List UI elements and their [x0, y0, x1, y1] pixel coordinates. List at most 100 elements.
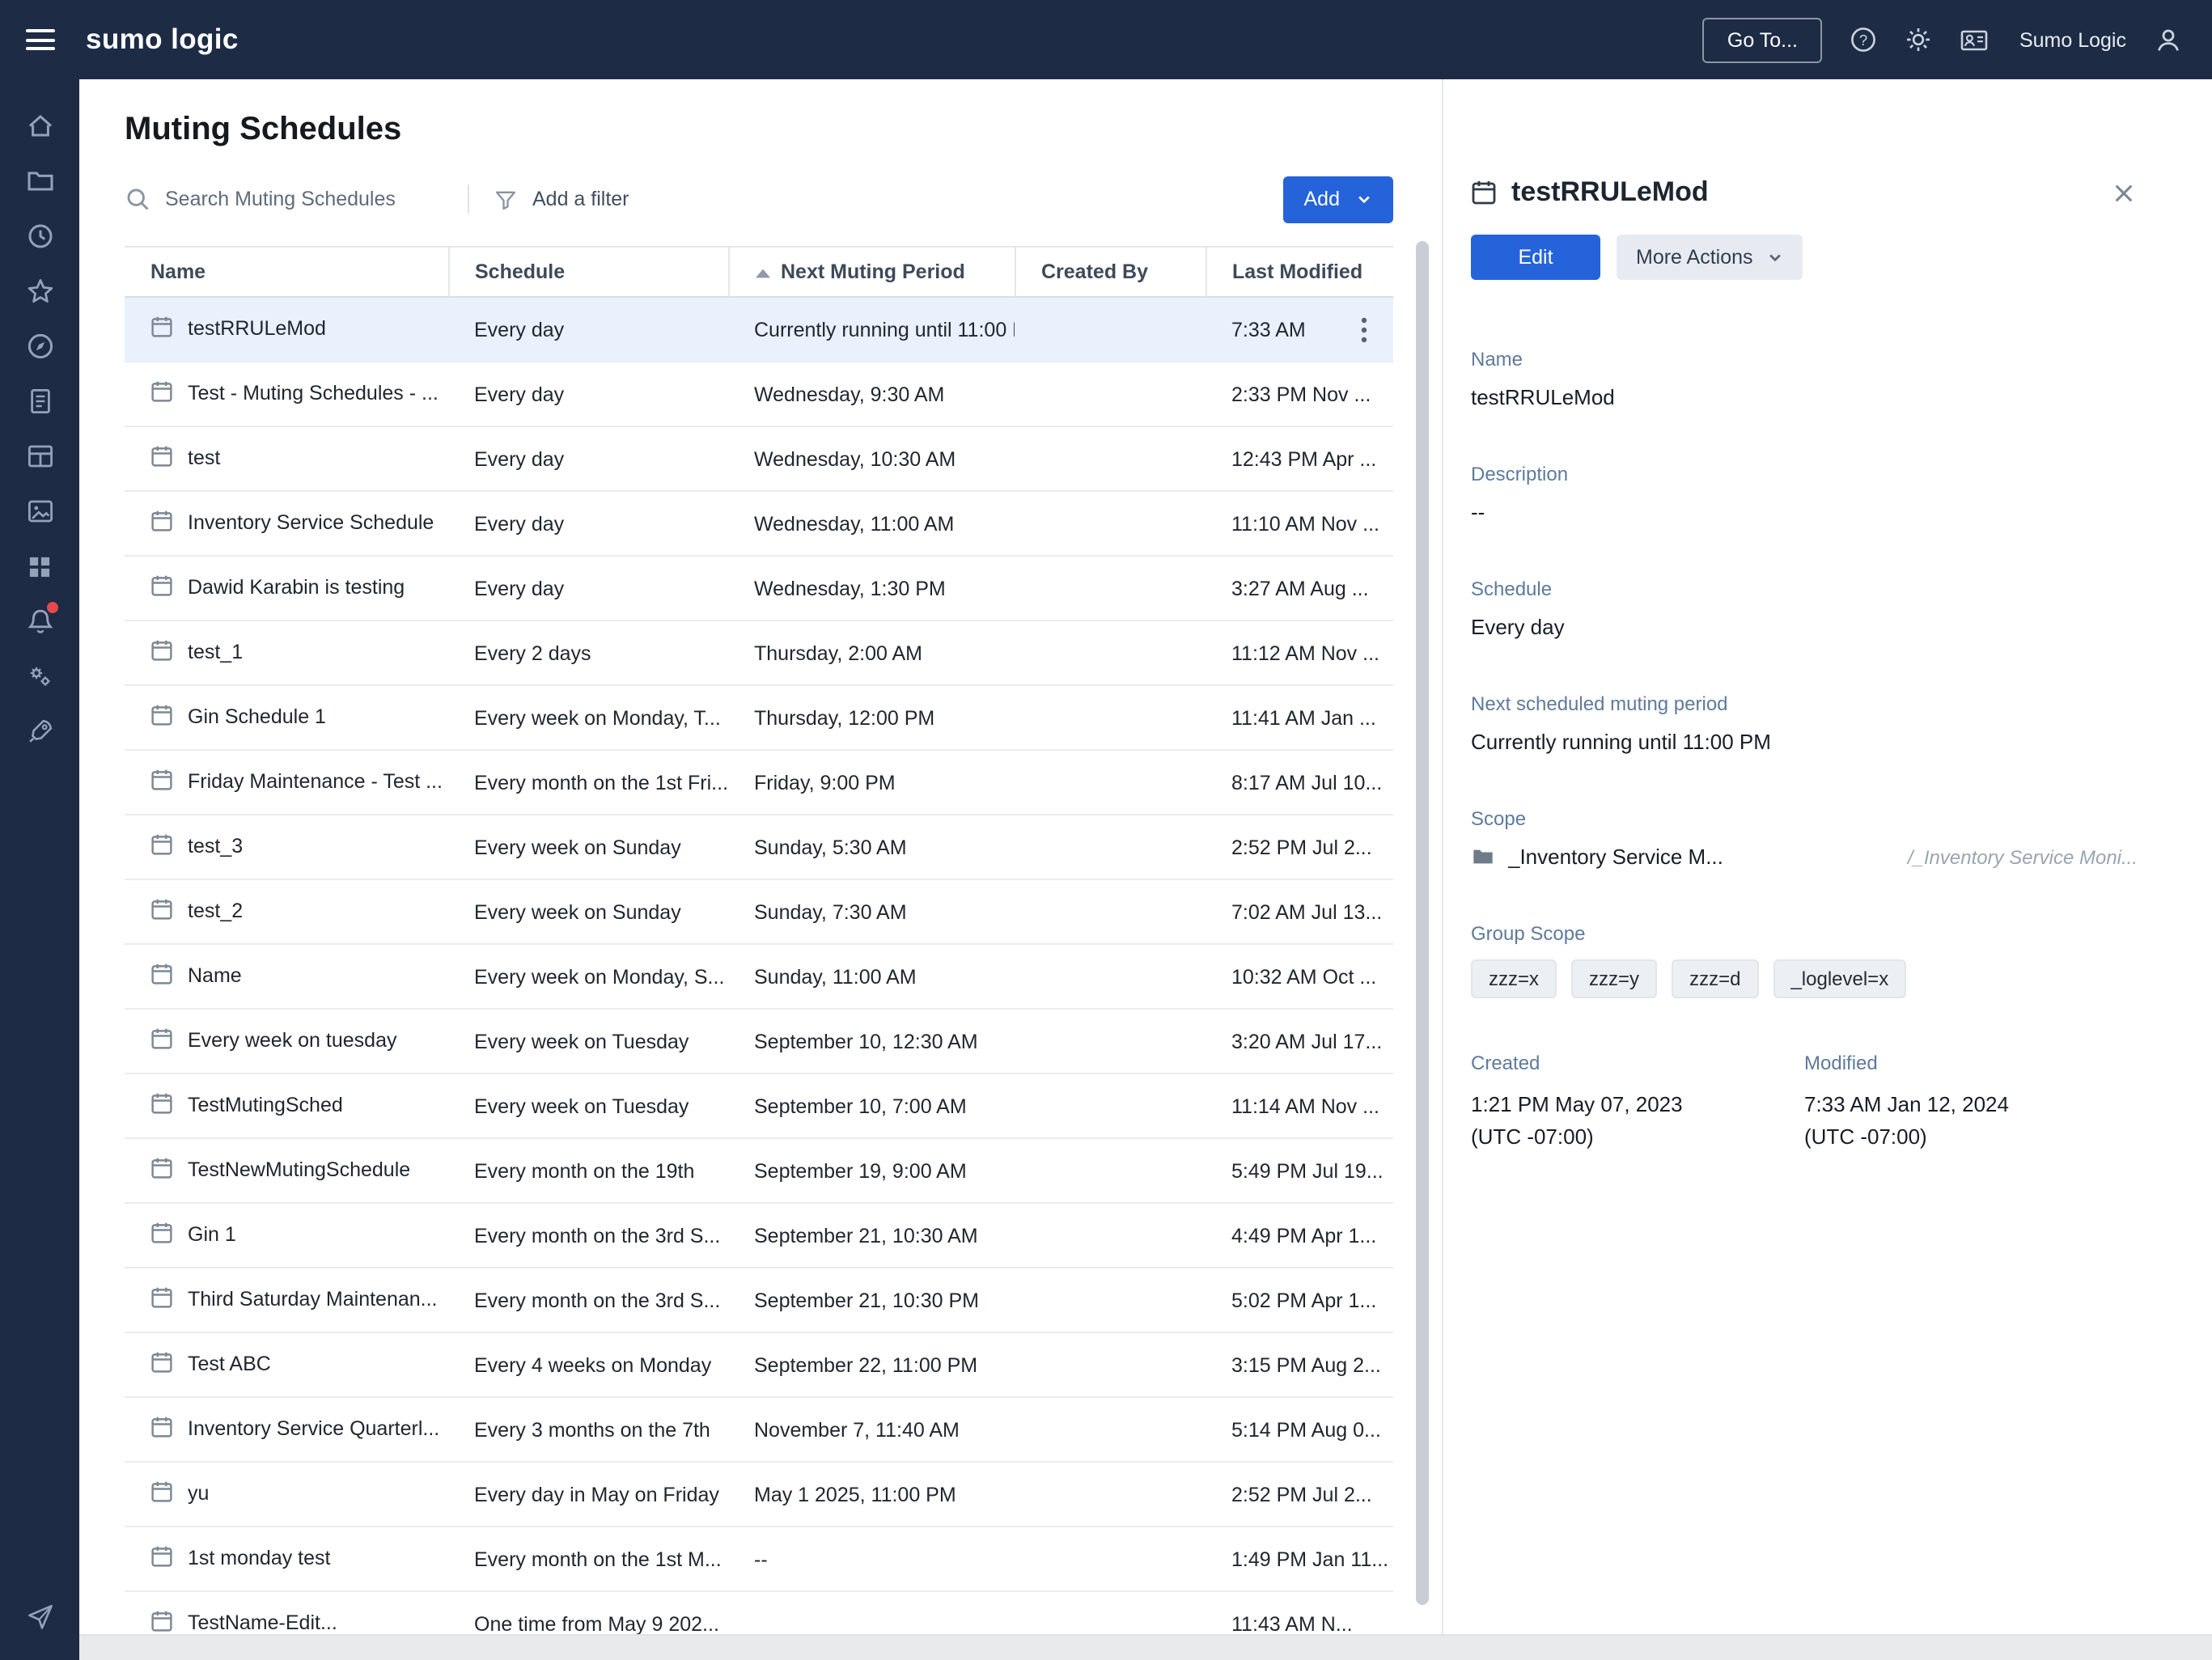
home-icon[interactable] — [0, 99, 79, 154]
table-row[interactable]: TestName-Edit... One time from May 9 202… — [125, 1591, 1393, 1634]
user-avatar-icon[interactable] — [2154, 25, 2183, 54]
table-row[interactable]: Friday Maintenance - Test ... Every mont… — [125, 750, 1393, 815]
schedule-recurrence: Every day — [474, 383, 564, 405]
column-header-last-modified[interactable]: Last Modified — [1206, 247, 1393, 297]
help-icon[interactable]: ? — [1850, 26, 1877, 53]
scope-path: /_Inventory Service Moni... — [1908, 845, 2138, 868]
search-input[interactable] — [165, 188, 437, 210]
column-label: Created By — [1041, 260, 1148, 283]
table-row[interactable]: test_2 Every week on Sunday Sunday, 7:30… — [125, 879, 1393, 944]
calendar-icon — [150, 315, 173, 343]
table-row[interactable]: test_3 Every week on Sunday Sunday, 5:30… — [125, 815, 1393, 879]
field-label: Group Scope — [1471, 922, 2138, 945]
media-icon[interactable] — [0, 484, 79, 539]
column-header-schedule[interactable]: Schedule — [448, 247, 728, 297]
scope-value: _Inventory Service M... — [1508, 845, 1723, 869]
last-modified: 11:43 AM N... — [1231, 1612, 1353, 1634]
table-row[interactable]: Test - Muting Schedules - ... Every day … — [125, 362, 1393, 426]
schedule-name: test_3 — [188, 835, 243, 858]
more-actions-button[interactable]: More Actions — [1617, 235, 1803, 280]
next-muting-period: Sunday, 11:00 AM — [754, 965, 917, 988]
top-bar: sumo logic Go To... ? Sumo Logic — [0, 0, 2212, 79]
next-muting-period: Wednesday, 11:00 AM — [754, 512, 954, 535]
star-icon[interactable] — [0, 264, 79, 319]
schedule-recurrence: Every month on the 1st M... — [474, 1548, 722, 1570]
scope-folder-link[interactable]: _Inventory Service M... — [1471, 845, 1723, 869]
table-row[interactable]: Gin 1 Every month on the 3rd S... Septem… — [125, 1203, 1393, 1268]
next-muting-period: Thursday, 2:00 AM — [754, 642, 922, 664]
vertical-scrollbar-thumb[interactable] — [1416, 241, 1429, 1605]
add-filter-button[interactable]: Add a filter — [494, 187, 629, 211]
go-to-button[interactable]: Go To... — [1703, 17, 1822, 62]
detail-field-next-period: Next scheduled muting period Currently r… — [1471, 692, 2138, 754]
table-row[interactable]: test_1 Every 2 days Thursday, 2:00 AM 11… — [125, 620, 1393, 685]
search-icon — [125, 186, 150, 212]
schedule-name: Test - Muting Schedules - ... — [188, 382, 439, 404]
table-row[interactable]: Third Saturday Maintenan... Every month … — [125, 1268, 1393, 1332]
add-button[interactable]: Add — [1283, 176, 1394, 222]
schedule-name: test_1 — [188, 641, 243, 663]
row-menu-button[interactable] — [1361, 317, 1367, 348]
send-icon[interactable] — [0, 1589, 79, 1644]
next-muting-period: Wednesday, 10:30 AM — [754, 447, 956, 470]
table-row[interactable]: Gin Schedule 1 Every week on Monday, T..… — [125, 685, 1393, 750]
search-box[interactable] — [125, 186, 468, 212]
schedule-recurrence: Every month on the 19th — [474, 1159, 694, 1182]
next-muting-period: May 1 2025, 11:00 PM — [754, 1483, 956, 1505]
table-row[interactable]: testRRULeMod Every day Currently running… — [125, 297, 1393, 362]
column-header-next-muting-period[interactable]: Next Muting Period — [728, 247, 1015, 297]
admin-icon[interactable] — [0, 649, 79, 704]
schedule-recurrence: Every 2 days — [474, 642, 591, 664]
calendar-icon — [150, 1286, 173, 1314]
table-row[interactable]: TestNewMutingSchedule Every month on the… — [125, 1138, 1393, 1203]
logs-icon[interactable] — [0, 374, 79, 429]
schedule-recurrence: Every day — [474, 512, 564, 535]
calendar-icon — [150, 1092, 173, 1120]
contact-card-icon[interactable] — [1960, 25, 1989, 54]
table-row[interactable]: Name Every week on Monday, S... Sunday, … — [125, 944, 1393, 1009]
notification-badge — [47, 602, 58, 613]
table-row[interactable]: 1st monday test Every month on the 1st M… — [125, 1527, 1393, 1591]
dashboards-icon[interactable] — [0, 429, 79, 484]
folder-icon[interactable] — [0, 154, 79, 209]
rocket-icon[interactable] — [0, 704, 79, 759]
detail-panel: testRRULeMod Edit More Actions — [1442, 79, 2212, 1634]
schedules-table-body: testRRULeMod Every day Currently running… — [125, 297, 1393, 1634]
apps-icon[interactable] — [0, 539, 79, 594]
table-row[interactable]: Test ABC Every 4 weeks on Monday Septemb… — [125, 1332, 1393, 1397]
last-modified: 7:33 AM — [1231, 318, 1306, 341]
close-icon[interactable] — [2110, 179, 2138, 206]
next-muting-period: September 10, 7:00 AM — [754, 1095, 967, 1117]
calendar-icon — [1471, 180, 1497, 205]
calendar-icon — [150, 1545, 173, 1573]
detail-actions: Edit More Actions — [1471, 235, 2138, 280]
calendar-icon — [150, 445, 173, 472]
compass-icon[interactable] — [0, 319, 79, 374]
table-row[interactable]: TestMutingSched Every week on Tuesday Se… — [125, 1073, 1393, 1138]
detail-field-scope: Scope _Inventory Service M... /_Inventor… — [1471, 807, 2138, 869]
vertical-scrollbar[interactable] — [1403, 79, 1442, 1634]
schedule-recurrence: Every day in May on Friday — [474, 1483, 719, 1505]
last-modified: 11:41 AM Jan ... — [1231, 706, 1376, 729]
hamburger-icon[interactable] — [0, 0, 79, 79]
field-label: Scope — [1471, 807, 2138, 830]
table-row[interactable]: Dawid Karabin is testing Every day Wedne… — [125, 556, 1393, 620]
table-row[interactable]: yu Every day in May on Friday May 1 2025… — [125, 1462, 1393, 1527]
table-row[interactable]: test Every day Wednesday, 10:30 AM 12:43… — [125, 426, 1393, 491]
next-muting-period: Wednesday, 1:30 PM — [754, 577, 946, 599]
table-row[interactable]: Inventory Service Schedule Every day Wed… — [125, 491, 1393, 556]
horizontal-scrollbar[interactable] — [79, 1634, 2212, 1660]
folder-icon — [1471, 845, 1495, 869]
table-row[interactable]: Inventory Service Quarterl... Every 3 mo… — [125, 1397, 1393, 1462]
column-header-created-by[interactable]: Created By — [1015, 247, 1206, 297]
history-icon[interactable] — [0, 209, 79, 264]
column-header-name[interactable]: Name — [125, 247, 448, 297]
table-row[interactable]: Every week on tuesday Every week on Tues… — [125, 1009, 1393, 1073]
settings-gear-icon[interactable] — [1905, 26, 1932, 53]
notifications-icon[interactable] — [0, 594, 79, 649]
edit-button[interactable]: Edit — [1471, 235, 1600, 280]
main-content: Muting Schedules — [79, 79, 2212, 1634]
schedule-recurrence: Every week on Sunday — [474, 900, 681, 923]
last-modified: 11:12 AM Nov ... — [1231, 642, 1379, 664]
calendar-icon — [150, 1027, 173, 1055]
